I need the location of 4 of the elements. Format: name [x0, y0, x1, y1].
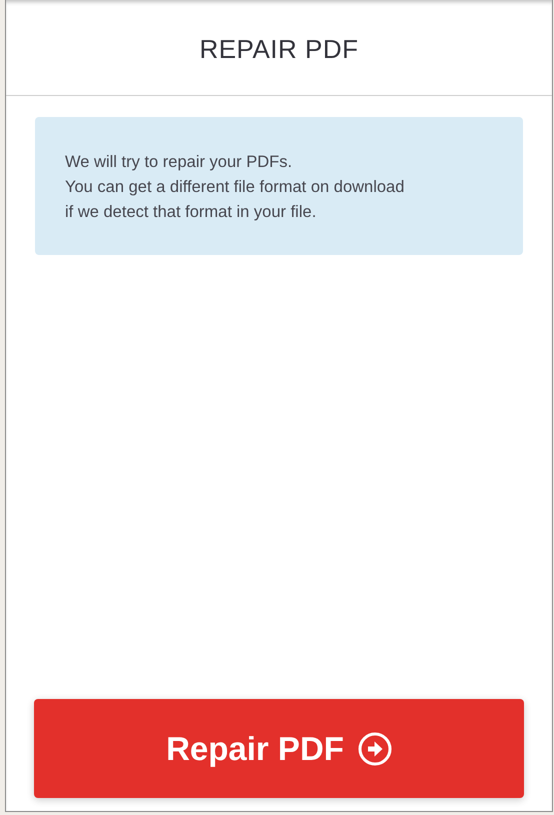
info-text: We will try to repair your PDFs. You can get a different file format on download if we detect that format in your file.	[65, 152, 406, 223]
repair-button[interactable]: Repair PDF	[34, 699, 524, 798]
arrow-circle-icon	[358, 732, 392, 766]
page-title: REPAIR PDF	[199, 33, 359, 66]
